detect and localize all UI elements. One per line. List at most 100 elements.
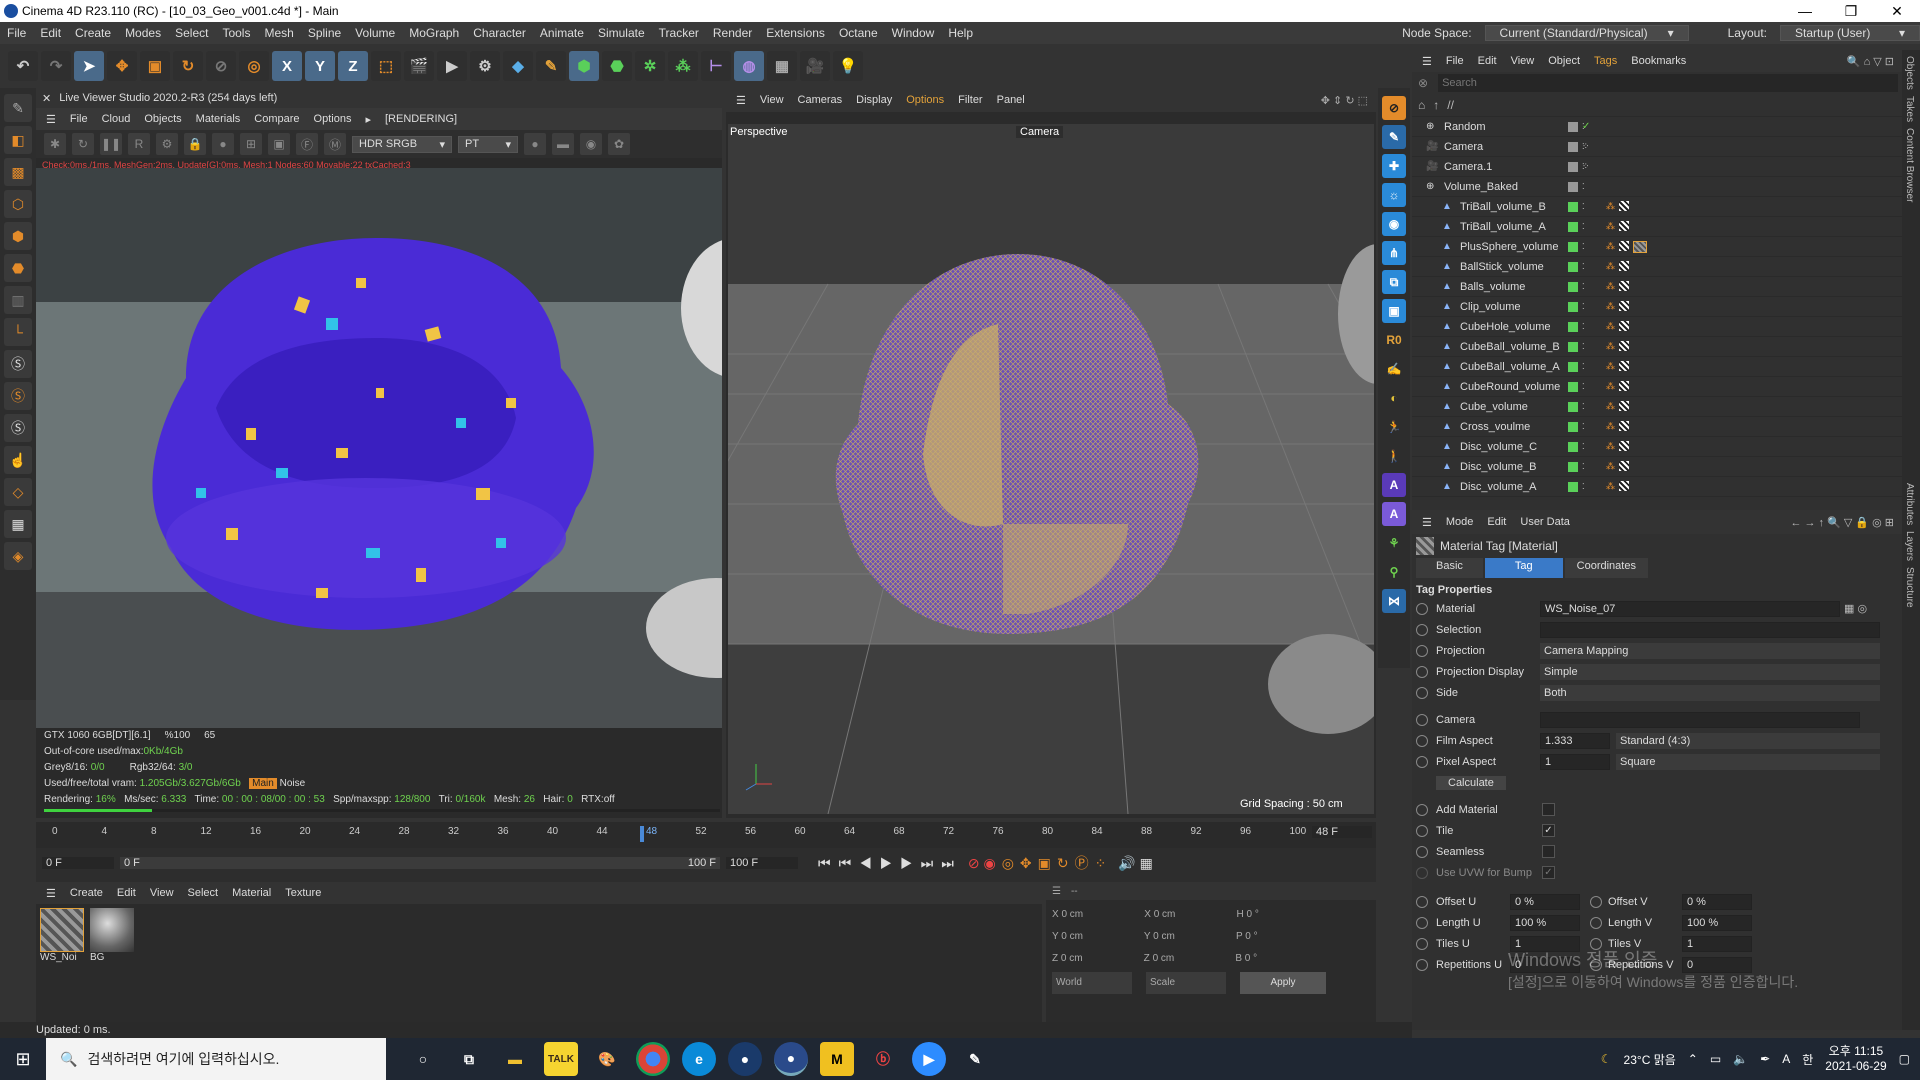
animate-dot-icon[interactable] [1590, 916, 1602, 929]
maximize-button[interactable]: ❐ [1828, 0, 1874, 22]
animate-dot-icon[interactable] [1416, 665, 1428, 678]
projection-select[interactable]: Camera Mapping [1540, 642, 1880, 659]
deformer-icon[interactable]: ⊢ [701, 51, 731, 81]
task-view-icon[interactable]: ⧉ [452, 1042, 486, 1076]
move-tool-icon[interactable]: ✥ [107, 51, 137, 81]
am-nav-icons[interactable]: ← → ↑ 🔍 ▽ 🔒 ◎ ⊞ [1790, 516, 1894, 529]
vp-menu-cameras[interactable]: Cameras [798, 94, 843, 106]
visibility-toggles[interactable]: ⁚ [1568, 381, 1585, 392]
menu-edit[interactable]: Edit [33, 26, 68, 40]
notification-icon[interactable]: ▢ [1899, 1052, 1910, 1066]
volume-icon[interactable]: 🔈 [1733, 1052, 1748, 1066]
animate-dot-icon[interactable] [1416, 803, 1428, 816]
pixel-aspect-select[interactable]: Square [1616, 753, 1880, 770]
object-tags[interactable]: ⁂ [1606, 381, 1629, 392]
world-select[interactable]: World [1052, 972, 1132, 994]
region-render-icon[interactable]: R [128, 133, 150, 155]
snapshot-icon[interactable]: ◉ [580, 133, 602, 155]
lv-menu-objects[interactable]: Objects [144, 113, 181, 125]
hamburger-icon[interactable]: ☰ [1052, 886, 1061, 897]
animate-dot-icon[interactable] [1590, 895, 1602, 908]
link-icon[interactable]: ▦ ◎ [1844, 602, 1867, 615]
pos-z-field[interactable]: 0 cm [1061, 948, 1141, 970]
object-row[interactable]: ▲ PlusSphere_volume ⁚ ⁂ [1412, 237, 1902, 257]
dot-icon[interactable]: ● [524, 133, 546, 155]
z-axis-lock-icon[interactable]: Z [338, 51, 368, 81]
close-icon[interactable]: ⊗ [1418, 76, 1428, 90]
node-space-dropdown[interactable]: Current (Standard/Physical) ▾ [1484, 25, 1689, 41]
animate-dot-icon[interactable] [1416, 895, 1428, 908]
object-tags[interactable]: ⁂ [1606, 281, 1629, 292]
lv-menu-options[interactable]: Options [314, 113, 352, 125]
kernel-dropdown[interactable]: PT ▾ [458, 135, 518, 153]
coordinate-system-icon[interactable]: ⬚ [371, 51, 401, 81]
octane-area-light-icon[interactable]: ⋔ [1382, 241, 1406, 265]
cinema4d-icon[interactable]: ● [728, 1042, 762, 1076]
settings-icon[interactable]: ✱ [44, 133, 66, 155]
seamless-checkbox[interactable] [1542, 845, 1555, 858]
om-menu-tags[interactable]: Tags [1594, 55, 1617, 67]
make-editable-icon[interactable]: ✎ [4, 94, 32, 122]
hamburger-icon[interactable]: ☰ [46, 887, 56, 900]
object-tags[interactable]: ⁂ [1606, 441, 1629, 452]
windows-start-icon[interactable]: ⊞ [0, 1049, 46, 1070]
menu-tools[interactable]: Tools [215, 26, 257, 40]
visibility-toggles[interactable]: ⁚ [1568, 181, 1585, 192]
menu-animate[interactable]: Animate [533, 26, 591, 40]
octane-network-icon[interactable]: ⋈ [1382, 589, 1406, 613]
selection-field[interactable] [1540, 621, 1880, 638]
object-tags[interactable]: ⁂ [1606, 461, 1629, 472]
octane-camera-icon[interactable]: ✎ [1382, 125, 1406, 149]
size-x-field[interactable]: 0 cm [1154, 904, 1234, 926]
om-menu-bookmarks[interactable]: Bookmarks [1631, 55, 1686, 67]
object-row[interactable]: ▲ Disc_volume_A ⁚ ⁂ [1412, 477, 1902, 497]
render-view-icon[interactable]: 🎬 [404, 51, 434, 81]
am-menu-mode[interactable]: Mode [1446, 516, 1474, 528]
camera-field[interactable] [1540, 711, 1860, 728]
rotate-tool-icon[interactable]: ↻ [173, 51, 203, 81]
object-row[interactable]: ▲ Cube_volume ⁚ ⁂ [1412, 397, 1902, 417]
render-picture-viewer-icon[interactable]: ▶ [437, 51, 467, 81]
pen-icon[interactable]: ✒ [1760, 1052, 1770, 1066]
kakaotalk-icon[interactable]: TALK [544, 1042, 578, 1076]
bug-icon[interactable]: ⓑ [866, 1042, 900, 1076]
motion-icons[interactable]: 🔊 ▦ [1118, 855, 1153, 872]
visibility-toggles[interactable]: ⁚ [1568, 441, 1585, 452]
scale-select[interactable]: Scale [1146, 972, 1226, 994]
vp-menu-filter[interactable]: Filter [958, 94, 982, 106]
live-viewer-render[interactable] [36, 168, 722, 728]
restart-icon[interactable]: ↻ [72, 133, 94, 155]
animate-dot-icon[interactable] [1416, 686, 1428, 699]
start-frame-field[interactable]: 0 F [42, 857, 114, 869]
record-icon[interactable]: ⊘ ◉ [968, 855, 996, 872]
paint-icon[interactable]: 🎨 [590, 1042, 624, 1076]
octane-material-icon[interactable]: ✍ [1382, 357, 1406, 381]
layout-dropdown[interactable]: Startup (User) ▾ [1780, 25, 1920, 41]
object-row[interactable]: ▲ Disc_volume_C ⁚ ⁂ [1412, 437, 1902, 457]
octane-picker-icon[interactable]: ◐ [1382, 386, 1406, 410]
material-swatch-bg[interactable]: BG [90, 908, 134, 963]
menu-select[interactable]: Select [168, 26, 215, 40]
taskbar-search[interactable]: 🔍 검색하려면 여기에 입력하십시오. [46, 1038, 386, 1080]
rot-b-field[interactable]: 0 ° [1245, 953, 1257, 964]
object-row[interactable]: 🎥 Camera ⁚ ⁘ [1412, 137, 1902, 157]
rot-p-field[interactable]: 0 ° [1245, 931, 1257, 942]
object-tags[interactable]: ⁘ [1582, 161, 1590, 172]
object-row[interactable]: ▲ Clip_volume ⁚ ⁂ [1412, 297, 1902, 317]
object-tags[interactable]: ⁂ [1606, 341, 1629, 352]
solo-hierarchy-icon[interactable]: Ⓢ [4, 382, 32, 410]
locked-workplane-icon[interactable]: ◈ [4, 542, 32, 570]
weather-text[interactable]: 23°C 맑음 [1624, 1051, 1676, 1068]
visibility-toggles[interactable]: ⁚ [1568, 321, 1585, 332]
chevron-up-icon[interactable]: ⌃ [1688, 1052, 1698, 1066]
film-aspect-select[interactable]: Standard (4:3) [1616, 732, 1880, 749]
mm-menu-texture[interactable]: Texture [285, 887, 321, 899]
select-tool-icon[interactable]: ➤ [74, 51, 104, 81]
menu-modes[interactable]: Modes [118, 26, 168, 40]
hamburger-icon[interactable]: ☰ [736, 94, 746, 107]
object-tags[interactable]: ⁂ [1606, 361, 1629, 372]
field-icon[interactable]: ◍ [734, 51, 764, 81]
lv-menu-compare[interactable]: Compare [254, 113, 299, 125]
om-tool-icons[interactable]: 🔍 ⌂ ▽ ⊡ [1847, 55, 1894, 68]
x-axis-lock-icon[interactable]: X [272, 51, 302, 81]
